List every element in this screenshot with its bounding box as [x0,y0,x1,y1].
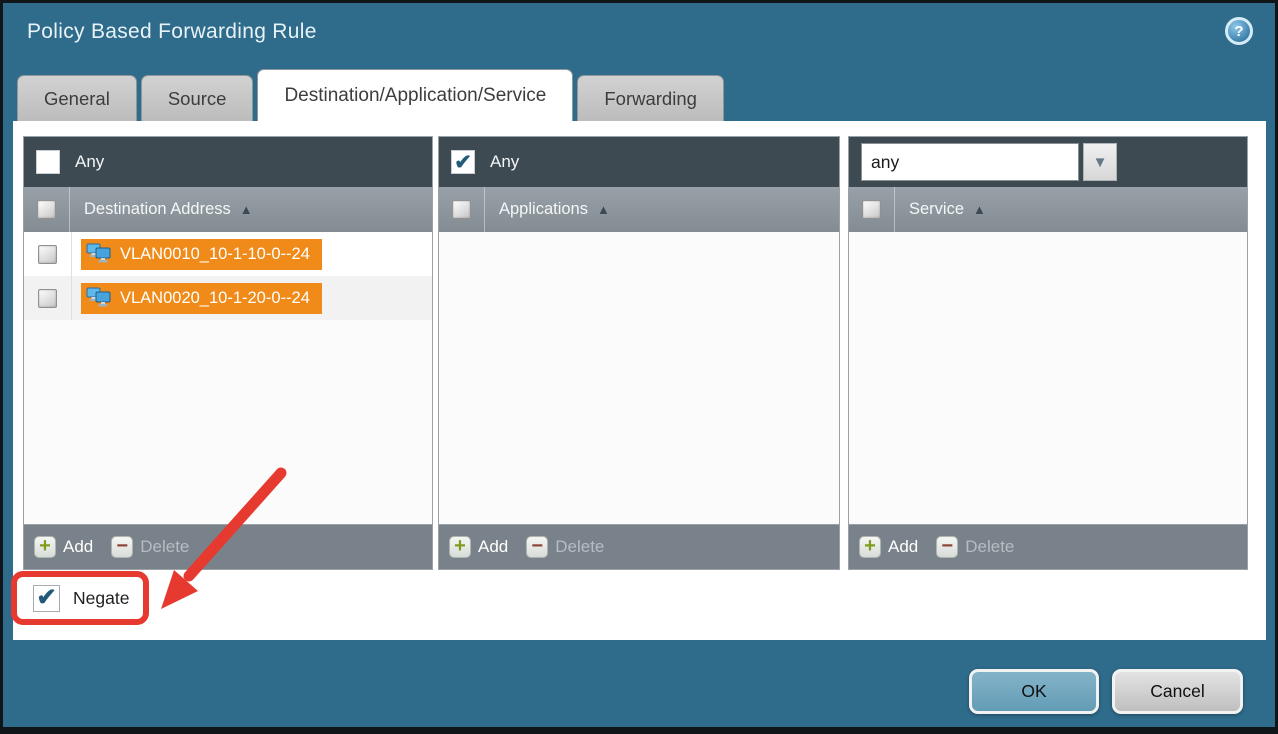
minus-glyph: − [531,536,543,556]
address-entry-label: VLAN0010_10-1-10-0--24 [120,245,310,264]
network-address-icon [86,243,112,265]
applications-any-bar: ✔ Any [439,137,839,187]
help-glyph: ? [1234,23,1243,40]
add-icon: + [449,536,471,558]
table-row: VLAN0010_10-1-10-0--24 [24,232,432,276]
sort-ascending-icon[interactable]: ▲ [240,202,253,217]
checkmark-icon: ✔ [36,586,56,610]
applications-footer: + Add − Delete [439,524,839,569]
delete-icon: − [936,536,958,558]
destination-footer: + Add − Delete [24,524,432,569]
service-column-header: Service ▲ [849,187,1247,232]
address-entry-label: VLAN0020_10-1-20-0--24 [120,289,310,308]
delete-label: Delete [140,537,189,557]
destination-any-checkbox[interactable] [36,150,60,174]
destination-list: VLAN0010_10-1-10-0--24 [24,232,432,524]
service-header-checkbox-cell [849,187,895,232]
applications-list [439,232,839,524]
applications-select-all-checkbox[interactable] [452,200,471,219]
service-list [849,232,1247,524]
destination-any-label: Any [75,152,104,172]
destination-any-bar: Any [24,137,432,187]
applications-panel: ✔ Any Applications ▲ + Add [438,136,840,570]
add-icon: + [859,536,881,558]
applications-column-header: Applications ▲ [439,187,839,232]
delete-button[interactable]: − Delete [936,536,1014,558]
plus-glyph: + [454,536,466,556]
add-label: Add [63,537,93,557]
applications-any-label: Any [490,152,519,172]
cancel-button[interactable]: Cancel [1112,669,1243,714]
row-checkbox[interactable] [38,245,57,264]
add-button[interactable]: + Add [859,536,918,558]
destination-header-checkbox-cell [24,187,70,232]
sort-ascending-icon[interactable]: ▲ [597,202,610,217]
add-button[interactable]: + Add [34,536,93,558]
tab-source[interactable]: Source [141,75,254,121]
service-dropdown-button[interactable]: ▼ [1083,143,1117,181]
negate-checkbox[interactable]: ✔ [33,585,60,612]
add-label: Add [478,537,508,557]
ok-button[interactable]: OK [969,669,1099,714]
minus-glyph: − [941,536,953,556]
table-row: VLAN0020_10-1-20-0--24 [24,276,432,320]
destination-column-title: Destination Address [84,200,231,219]
service-dropdown: any ▼ [861,143,1117,181]
dialog-title: Policy Based Forwarding Rule [27,20,317,44]
destination-panel: Any Destination Address ▲ [23,136,433,570]
applications-header-checkbox-cell [439,187,485,232]
tab-general[interactable]: General [17,75,137,121]
tab-destination-application-service[interactable]: Destination/Application/Service [257,69,573,121]
row-checkbox[interactable] [38,289,57,308]
address-entry[interactable]: VLAN0020_10-1-20-0--24 [81,283,322,314]
tab-forwarding[interactable]: Forwarding [577,75,724,121]
service-dropdown-value[interactable]: any [861,143,1079,181]
row-checkbox-cell [24,232,72,276]
applications-column-title: Applications [499,200,588,219]
tab-bar: General Source Destination/Application/S… [17,69,724,121]
sort-ascending-icon[interactable]: ▲ [973,202,986,217]
delete-button[interactable]: − Delete [526,536,604,558]
applications-any-checkbox[interactable]: ✔ [451,150,475,174]
delete-icon: − [526,536,548,558]
delete-label: Delete [965,537,1014,557]
policy-forwarding-dialog: Policy Based Forwarding Rule ? General S… [0,0,1278,734]
service-any-bar: any ▼ [849,137,1247,187]
row-checkbox-cell [24,276,72,320]
service-column-title: Service [909,200,964,219]
service-footer: + Add − Delete [849,524,1247,569]
checkmark-icon: ✔ [454,152,472,173]
service-panel: any ▼ Service ▲ + [848,136,1248,570]
plus-glyph: + [864,536,876,556]
add-label: Add [888,537,918,557]
delete-button[interactable]: − Delete [111,536,189,558]
chevron-down-icon: ▼ [1093,154,1108,171]
destination-column-header: Destination Address ▲ [24,187,432,232]
destination-select-all-checkbox[interactable] [37,200,56,219]
add-icon: + [34,536,56,558]
network-address-icon [86,287,112,309]
panels-row: Any Destination Address ▲ [23,136,1248,570]
help-icon[interactable]: ? [1225,17,1253,45]
delete-label: Delete [555,537,604,557]
service-select-all-checkbox[interactable] [862,200,881,219]
negate-label: Negate [73,588,129,609]
minus-glyph: − [116,536,128,556]
address-entry[interactable]: VLAN0010_10-1-10-0--24 [81,239,322,270]
delete-icon: − [111,536,133,558]
dialog-body: Any Destination Address ▲ [13,121,1266,640]
plus-glyph: + [39,536,51,556]
add-button[interactable]: + Add [449,536,508,558]
negate-highlight-box: ✔ Negate [11,571,149,625]
